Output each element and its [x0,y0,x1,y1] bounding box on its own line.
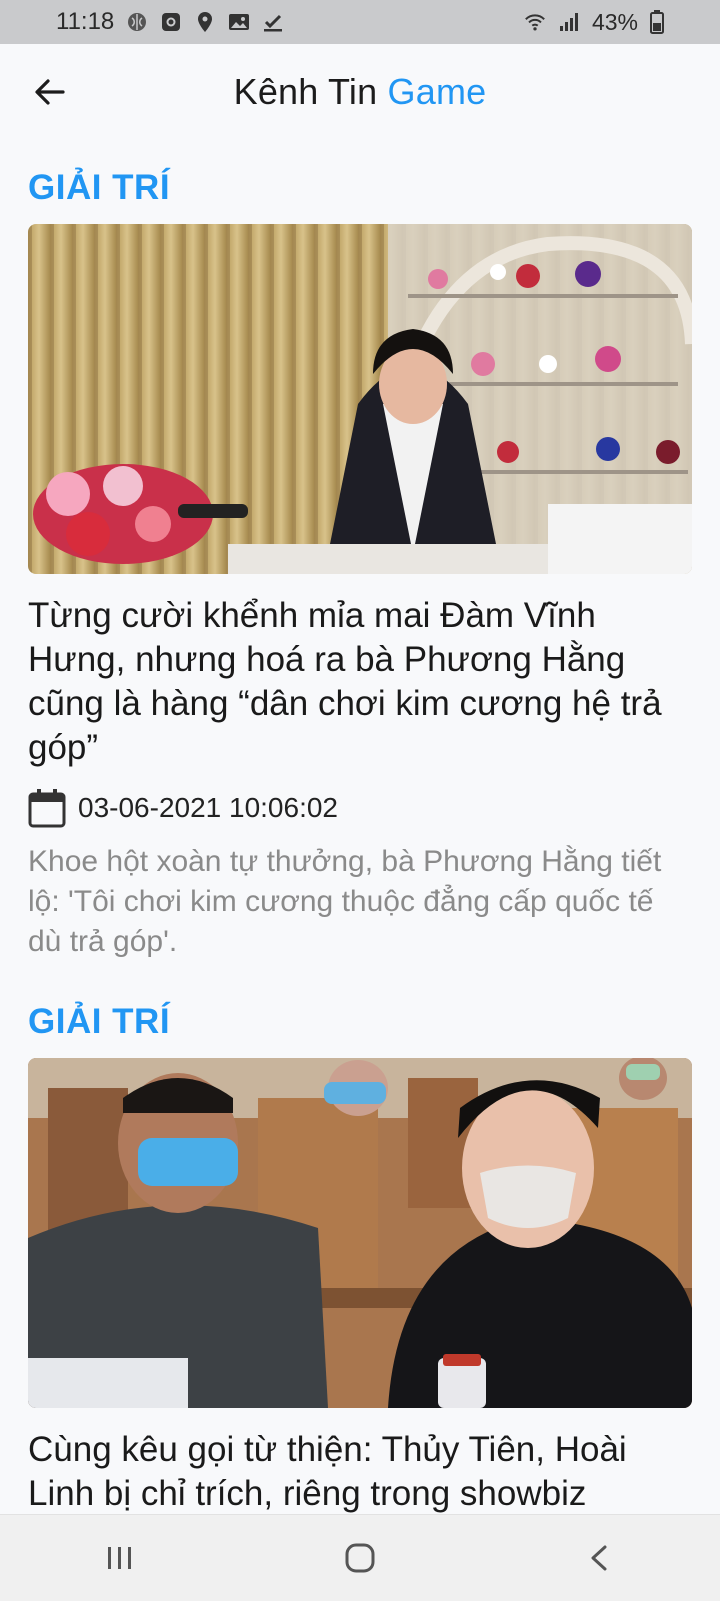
article-meta: 03-06-2021 10:06:02 [28,788,692,828]
system-nav-bar [0,1514,720,1601]
battery-percent: 43% [591,8,638,35]
article-category[interactable]: GIẢI TRÍ [28,168,692,208]
status-time: 11:18 [56,8,115,35]
news-article[interactable]: GIẢI TRÍ Cùng kêu gọi từ thiện: Thủy Tiê… [28,1002,692,1516]
arrow-left-icon [35,79,65,105]
article-headline[interactable]: Cùng kêu gọi từ thiện: Thủy Tiên, Hoài L… [28,1428,692,1516]
battery-icon [650,10,664,34]
back-chevron-icon [591,1545,607,1571]
article-thumbnail[interactable] [28,224,692,574]
page-title-accent: Game [387,71,487,112]
signal-icon [559,13,578,31]
download-check-icon [264,14,283,32]
article-image [28,1058,692,1408]
status-bar: 11:18 43% [0,0,720,44]
article-date: 03-06-2021 10:06:02 [78,792,338,823]
calendar-icon [28,789,66,828]
news-article[interactable]: GIẢI TRÍ Từng cười khểnh mỉa mai Đàm Vĩn… [28,168,692,962]
news-list: GIẢI TRÍ Từng cười khểnh mỉa mai Đàm Vĩn… [28,140,692,1516]
location-icon [198,12,213,32]
page-title-main: Kênh Tin [233,71,378,112]
app-bar: Kênh Tin Game [0,44,720,140]
brain-icon [128,13,147,31]
article-summary: Khoe hột xoàn tự thưởng, bà Phương Hằng … [28,845,662,958]
article-category[interactable]: GIẢI TRÍ [28,1002,692,1042]
home-button[interactable] [330,1533,390,1583]
nav-back-button[interactable] [570,1533,630,1583]
wifi-icon [525,14,545,31]
article-headline[interactable]: Từng cười khểnh mỉa mai Đàm Vĩnh Hưng, n… [28,594,692,770]
page-title: Kênh Tin Game [234,71,487,113]
article-thumbnail[interactable] [28,1058,692,1408]
article-image [28,224,692,574]
home-icon [345,1543,375,1573]
recent-apps-button[interactable] [90,1533,150,1583]
recent-apps-icon [108,1547,131,1569]
instagram-icon [162,13,181,31]
image-icon [229,14,250,30]
back-button[interactable] [28,70,72,114]
